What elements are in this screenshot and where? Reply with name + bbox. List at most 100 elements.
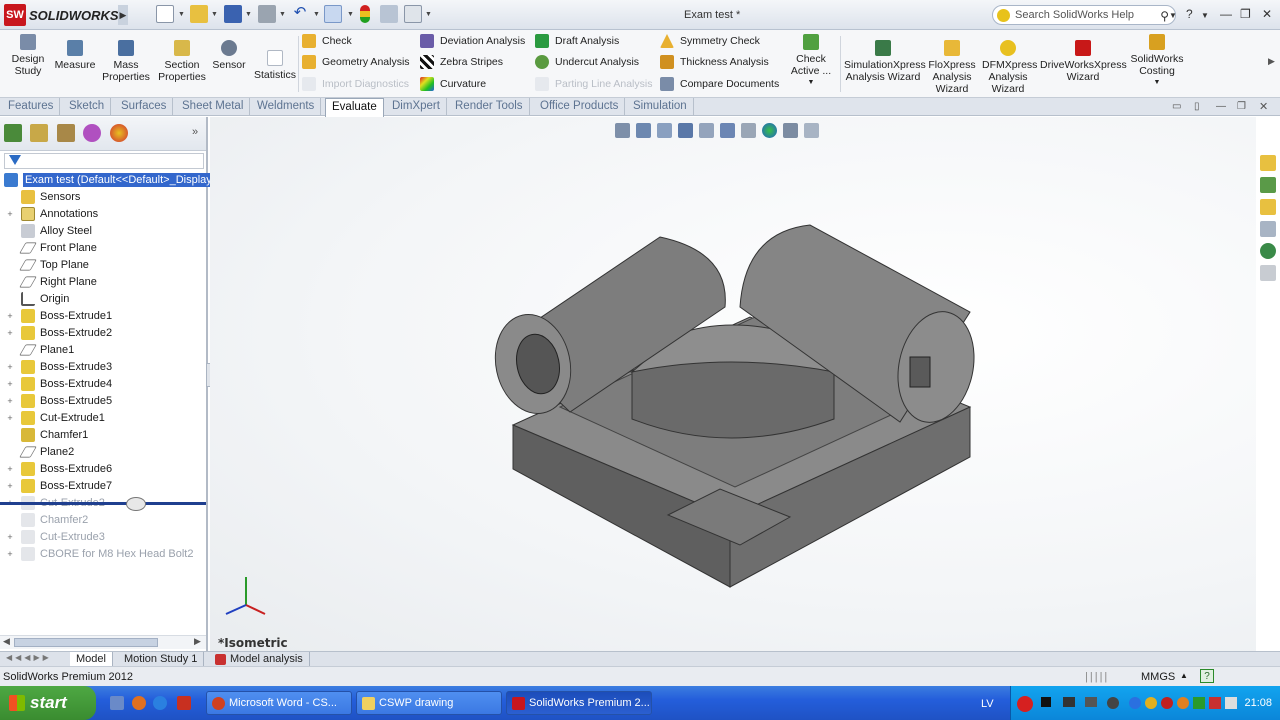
select-dropdown-icon[interactable]: ▼ <box>347 11 354 18</box>
tree-horizontal-scrollbar[interactable]: ◀ ▶ <box>0 635 206 649</box>
expand-toggle-icon[interactable]: + <box>6 413 14 423</box>
dimxpertmanager-tab-icon[interactable] <box>83 124 101 142</box>
custom-properties-icon[interactable] <box>1260 265 1276 281</box>
measure-button[interactable]: Measure <box>54 40 96 71</box>
expand-toggle-icon[interactable]: + <box>6 481 14 491</box>
language-indicator[interactable]: LV <box>981 698 994 710</box>
quicklaunch-app-icon[interactable] <box>177 696 191 710</box>
tree-item[interactable]: Top Plane <box>0 256 206 273</box>
driveworksxpress-button[interactable]: DriveWorksXpress Wizard <box>1040 40 1127 83</box>
start-button[interactable]: start <box>0 686 96 720</box>
units-selector[interactable]: MMGS <box>1141 671 1175 683</box>
tab-sheet-metal[interactable]: Sheet Metal <box>176 98 251 116</box>
tray-settings-icon[interactable] <box>1107 697 1119 709</box>
search-icon[interactable]: ⚲ <box>1160 9 1169 23</box>
tree-item[interactable]: + Boss-Extrude1 <box>0 307 206 324</box>
geometry-analysis-button[interactable]: Geometry Analysis <box>302 53 410 71</box>
tab-sketch[interactable]: Sketch <box>63 98 112 116</box>
select-pointer-icon[interactable] <box>324 5 342 23</box>
tree-item[interactable]: Right Plane <box>0 273 206 290</box>
task-word[interactable]: Microsoft Word - CS... <box>206 691 352 715</box>
tab-model[interactable]: Model <box>70 652 113 667</box>
show-desktop-icon[interactable] <box>110 696 124 710</box>
tree-item[interactable]: Origin <box>0 290 206 307</box>
task-folder[interactable]: CSWP drawing <box>356 691 502 715</box>
tab-weldments[interactable]: Weldments <box>251 98 322 116</box>
tile-vertical-icon[interactable]: ▯ <box>1194 101 1200 112</box>
costing-dropdown-icon[interactable]: ▼ <box>1130 77 1184 89</box>
ie-icon[interactable] <box>153 696 167 710</box>
doc-restore-icon[interactable]: ❐ <box>1237 101 1246 112</box>
scroll-right-icon[interactable]: ▶ <box>194 636 201 647</box>
tree-item[interactable]: Chamfer2 <box>0 511 206 528</box>
undo-dropdown-icon[interactable]: ▼ <box>313 11 320 18</box>
tray-battery-icon[interactable] <box>1193 697 1205 709</box>
symmetry-check-button[interactable]: Symmetry Check <box>660 32 760 50</box>
tab-simulation[interactable]: Simulation <box>627 98 694 116</box>
tree-item[interactable]: + CBORE for M8 Hex Head Bolt2 <box>0 545 206 562</box>
solidworks-resources-icon[interactable] <box>1260 155 1276 171</box>
graphics-area[interactable]: *Isometric <box>210 117 1256 653</box>
help-icon[interactable]: ? <box>1186 7 1193 21</box>
tray-antivirus-icon[interactable] <box>1161 697 1173 709</box>
draft-analysis-button[interactable]: Draft Analysis <box>535 32 619 50</box>
propertymanager-tab-icon[interactable] <box>30 124 48 142</box>
search-dropdown-icon[interactable]: ▼ <box>1169 11 1177 20</box>
tree-item[interactable]: + Boss-Extrude5 <box>0 392 206 409</box>
tray-app-icon[interactable] <box>1063 697 1075 707</box>
tray-network-icon[interactable] <box>1129 697 1141 709</box>
tray-volume-icon[interactable] <box>1225 697 1237 709</box>
tab-features[interactable]: Features <box>2 98 61 116</box>
expand-toggle-icon[interactable]: + <box>6 362 14 372</box>
tree-item[interactable]: Chamfer1 <box>0 426 206 443</box>
dfmxpress-button[interactable]: DFMXpress Analysis Wizard <box>982 40 1037 95</box>
floxpress-button[interactable]: FloXpress Analysis Wizard <box>926 40 978 95</box>
open-dropdown-icon[interactable]: ▼ <box>211 11 218 18</box>
configurationmanager-tab-icon[interactable] <box>57 124 75 142</box>
compare-documents-button[interactable]: Compare Documents <box>660 75 779 93</box>
recording-icon[interactable] <box>1017 696 1033 712</box>
tab-evaluate[interactable]: Evaluate <box>325 98 384 117</box>
rebuild-icon[interactable] <box>360 5 370 23</box>
curvature-button[interactable]: Curvature <box>420 75 486 93</box>
tree-root-part[interactable]: Exam test (Default<<Default>_Display <box>0 171 214 188</box>
firefox-icon[interactable] <box>132 696 146 710</box>
rollback-bar[interactable] <box>0 502 206 505</box>
print-dropdown-icon[interactable]: ▼ <box>279 11 286 18</box>
tray-monitor-icon[interactable] <box>1085 697 1097 707</box>
tree-item[interactable]: + Boss-Extrude6 <box>0 460 206 477</box>
section-properties-button[interactable]: Section Properties <box>156 40 208 83</box>
doc-minimize-icon[interactable]: — <box>1216 101 1226 112</box>
expand-toggle-icon[interactable]: + <box>6 532 14 542</box>
save-icon[interactable] <box>224 5 242 23</box>
expand-toggle-icon[interactable]: + <box>6 379 14 389</box>
close-icon[interactable]: ✕ <box>1262 7 1272 21</box>
featuremanager-tab-icon[interactable] <box>4 124 22 142</box>
undo-icon[interactable]: ↶ <box>291 5 309 23</box>
open-folder-icon[interactable] <box>190 5 208 23</box>
expand-toggle-icon[interactable]: + <box>6 311 14 321</box>
tree-item[interactable]: + Boss-Extrude7 <box>0 477 206 494</box>
print-icon[interactable] <box>258 5 276 23</box>
tab-surfaces[interactable]: Surfaces <box>115 98 174 116</box>
tree-item[interactable]: + Boss-Extrude3 <box>0 358 206 375</box>
file-explorer-icon[interactable] <box>1260 199 1276 215</box>
deviation-analysis-button[interactable]: Deviation Analysis <box>420 32 525 50</box>
tree-item[interactable]: Sensors <box>0 188 206 205</box>
tray-firefox-icon[interactable] <box>1177 697 1189 709</box>
clock[interactable]: 21:08 <box>1244 697 1272 709</box>
thickness-analysis-button[interactable]: Thickness Analysis <box>660 53 769 71</box>
scrollbar-thumb[interactable] <box>14 638 158 647</box>
check-active-dropdown-icon[interactable]: ▼ <box>786 77 836 89</box>
doc-close-icon[interactable]: ✕ <box>1259 100 1268 113</box>
minimize-icon[interactable]: — <box>1220 7 1232 21</box>
new-dropdown-icon[interactable]: ▼ <box>178 11 185 18</box>
tree-item[interactable]: + Boss-Extrude4 <box>0 375 206 392</box>
options-icon[interactable] <box>404 5 422 23</box>
tab-scroll-arrows-icon[interactable]: ◀◀◀▶▶ <box>6 653 52 662</box>
tree-item[interactable]: + Boss-Extrude2 <box>0 324 206 341</box>
tree-item[interactable]: Plane1 <box>0 341 206 358</box>
design-library-icon[interactable] <box>1260 177 1276 193</box>
check-button[interactable]: Check <box>302 32 352 50</box>
expand-toggle-icon[interactable]: + <box>6 464 14 474</box>
